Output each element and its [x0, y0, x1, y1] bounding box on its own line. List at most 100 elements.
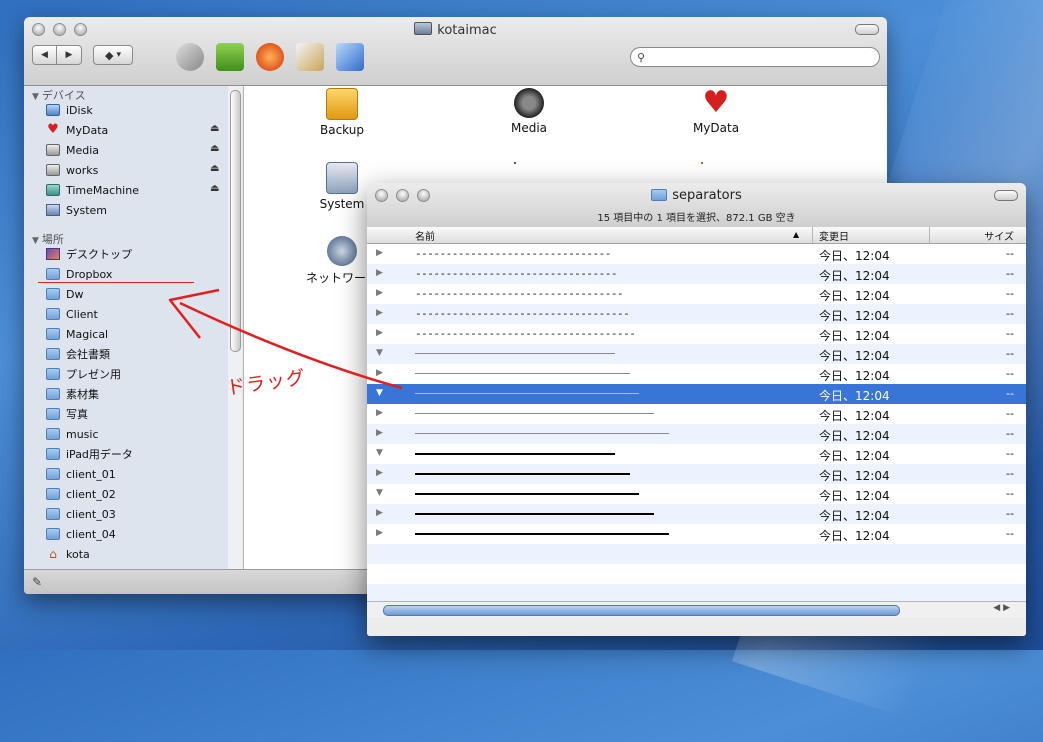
folder-icon — [46, 288, 60, 300]
green-app-icon[interactable] — [216, 43, 244, 71]
column-divider[interactable] — [812, 227, 813, 243]
sidebar-item[interactable]: iPad用データ — [46, 445, 226, 463]
disclosure-triangle-icon[interactable]: ▼ — [376, 388, 383, 398]
table-row[interactable]: ▶ 今日、12:04 -- — [367, 504, 1026, 524]
sidebar-item[interactable]: System — [46, 201, 226, 219]
sidebar-item[interactable]: client_04 — [46, 525, 226, 543]
folder-icon — [46, 268, 60, 280]
content-item[interactable]: Backup — [292, 88, 392, 137]
sidebar-item[interactable]: Client — [46, 305, 226, 323]
eject-icon[interactable]: ⏏ — [210, 123, 219, 134]
chevron-down-icon: ▾ — [116, 50, 121, 60]
disclosure-triangle-icon[interactable]: ▶ — [376, 368, 383, 378]
dropbox-menu-button[interactable]: ◆ ▾ — [93, 45, 133, 65]
table-row[interactable]: ▶ --------------------------------- 今日、12:… — [367, 264, 1026, 284]
blue-app-icon[interactable] — [336, 43, 364, 71]
row-size: -- — [1006, 427, 1014, 440]
disclosure-triangle-icon[interactable]: ▶ — [376, 268, 383, 278]
table-row[interactable]: ▶ 今日、12:04 -- — [367, 364, 1026, 384]
horizontal-scroll-thumb[interactable] — [383, 605, 900, 616]
sidebar-item[interactable]: TimeMachine — [46, 181, 226, 199]
disk-icon — [46, 164, 60, 176]
search-input[interactable] — [651, 50, 875, 66]
sidebar-scrollbar[interactable] — [228, 86, 242, 569]
sidebar-item[interactable]: client_01 — [46, 465, 226, 483]
table-row[interactable]: ▶ 今日、12:04 -- — [367, 464, 1026, 484]
finder-window-separators[interactable]: separators 15 項目中の 1 項目を選択、872.1 GB 空き 名… — [367, 183, 1026, 636]
folder-icon — [46, 368, 60, 380]
disclosure-triangle-icon[interactable]: ▶ — [376, 468, 383, 478]
disclosure-triangle-icon[interactable]: ▶ — [376, 508, 383, 518]
sidebar-item[interactable]: iDisk — [46, 101, 226, 119]
sidebar-item[interactable]: 会社書類 — [46, 345, 226, 363]
table-row[interactable]: ▶ 今日、12:04 -- — [367, 524, 1026, 544]
column-name[interactable]: 名前 — [415, 228, 435, 243]
sidebar-item[interactable]: Dropbox — [46, 265, 226, 283]
sidebar-item[interactable]: works — [46, 161, 226, 179]
table-row[interactable]: ▼ 今日、12:04 -- — [367, 344, 1026, 364]
disclosure-triangle-icon[interactable]: ▶ — [376, 428, 383, 438]
table-row[interactable]: ▶ 今日、12:04 -- — [367, 404, 1026, 424]
eject-icon[interactable]: ⏏ — [210, 183, 219, 194]
sidebar-item[interactable]: Media — [46, 141, 226, 159]
toolbar-toggle-button[interactable] — [994, 190, 1018, 201]
scroll-arrows-icon[interactable]: ◀ ▶ — [993, 603, 1010, 613]
disclosure-triangle-icon[interactable]: ▶ — [376, 328, 383, 338]
sidebar-item[interactable]: ♥ MyData — [46, 121, 226, 139]
content-item[interactable]: ♥ MyData — [666, 88, 766, 136]
sidebar-item[interactable]: 写真 — [46, 405, 226, 423]
table-row[interactable]: ▶ ---------------------------------- 今日、12… — [367, 284, 1026, 304]
disclosure-triangle-icon[interactable]: ▼ — [32, 92, 39, 102]
table-row[interactable]: ▼ 今日、12:04 -- — [367, 484, 1026, 504]
table-row[interactable]: ▶ -------------------------------- 今日、12:0… — [367, 244, 1026, 264]
table-row[interactable]: ▼ 今日、12:04 -- — [367, 384, 1026, 404]
sidebar-item[interactable]: music — [46, 425, 226, 443]
thick-separator-line — [415, 493, 639, 495]
timemachine-icon[interactable] — [514, 162, 516, 164]
disclosure-triangle-icon[interactable]: ▶ — [376, 248, 383, 258]
sidebar-item[interactable]: Magical — [46, 325, 226, 343]
action-tool-icon[interactable]: ✎ — [32, 575, 42, 589]
sidebar-item[interactable]: Dw — [46, 285, 226, 303]
document-app-icon[interactable] — [296, 43, 324, 71]
disclosure-triangle-icon[interactable]: ▼ — [376, 448, 383, 458]
disclosure-triangle-icon[interactable]: ▶ — [376, 288, 383, 298]
disclosure-triangle-icon[interactable]: ▼ — [376, 348, 383, 358]
column-divider[interactable] — [929, 227, 930, 243]
sidebar-scroll-thumb[interactable] — [230, 90, 241, 352]
search-field[interactable]: ⚲ — [630, 47, 880, 67]
disclosure-triangle-icon[interactable]: ▶ — [376, 528, 383, 538]
folder-icon — [46, 488, 60, 500]
row-size: -- — [1006, 487, 1014, 500]
disclosure-triangle-icon[interactable]: ▼ — [376, 488, 383, 498]
disclosure-triangle-icon[interactable]: ▶ — [376, 308, 383, 318]
table-row[interactable]: ▶ ------------------------------------ 今日、… — [367, 324, 1026, 344]
orange-app-icon[interactable] — [256, 43, 284, 71]
eject-icon[interactable]: ⏏ — [210, 143, 219, 154]
sidebar-item[interactable]: client_02 — [46, 485, 226, 503]
column-date[interactable]: 変更日 — [819, 228, 849, 243]
sidebar-item[interactable]: client_03 — [46, 505, 226, 523]
row-date: 今日、12:04 — [819, 449, 890, 463]
sidebar-item[interactable]: プレゼン用 — [46, 365, 226, 383]
disclosure-triangle-icon[interactable]: ▼ — [32, 236, 39, 246]
home-folder-icon[interactable] — [701, 162, 703, 164]
content-item[interactable]: Media — [479, 88, 579, 135]
sidebar-item[interactable]: 素材集 — [46, 385, 226, 403]
disclosure-triangle-icon[interactable]: ▶ — [376, 408, 383, 418]
table-row[interactable]: ▼ 今日、12:04 -- — [367, 444, 1026, 464]
table-row[interactable]: ▶ 今日、12:04 -- — [367, 424, 1026, 444]
column-size[interactable]: サイズ — [984, 228, 1014, 243]
table-row[interactable]: ▶ ----------------------------------- 今日、1… — [367, 304, 1026, 324]
horizontal-scrollbar[interactable]: ◀ ▶ — [367, 601, 1026, 618]
back-button[interactable]: ◀ — [32, 45, 57, 65]
row-date: 今日、12:04 — [819, 249, 890, 263]
sidebar-item[interactable]: デスクトップ — [46, 245, 226, 263]
headphones-disk-icon — [46, 144, 60, 156]
network-icon — [327, 236, 357, 266]
utility-app-icon[interactable] — [176, 43, 204, 71]
sidebar-item[interactable]: ⌂ kota — [46, 545, 226, 563]
toolbar-toggle-button[interactable] — [855, 24, 879, 35]
eject-icon[interactable]: ⏏ — [210, 163, 219, 174]
forward-button[interactable]: ▶ — [57, 45, 82, 65]
